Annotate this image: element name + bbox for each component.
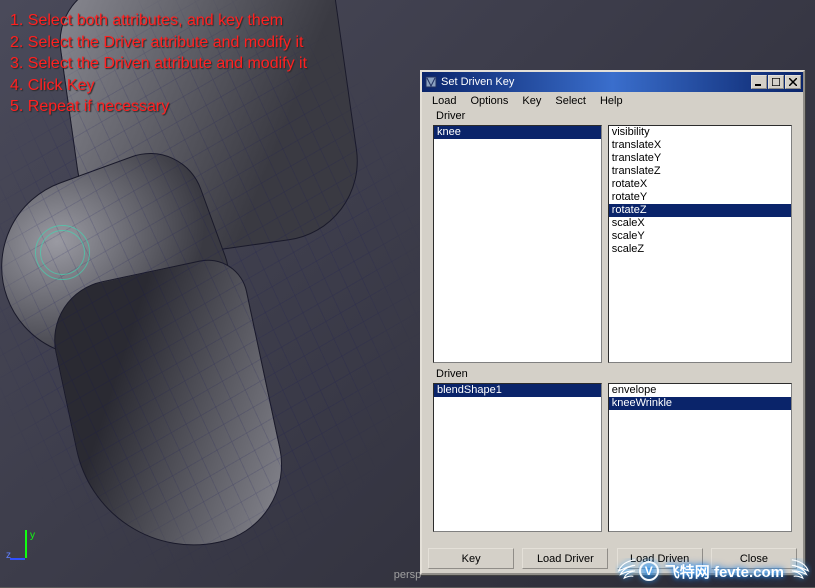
- watermark: V 飞特网 fevte.com: [615, 558, 812, 584]
- list-item[interactable]: knee: [434, 126, 601, 139]
- driver-label: Driver: [433, 110, 468, 122]
- menu-options[interactable]: Options: [464, 94, 514, 108]
- instruction-line: 1. Select both attributes, and key them: [10, 10, 307, 32]
- instruction-line: 4. Click Key: [10, 75, 307, 97]
- menu-load[interactable]: Load: [426, 94, 462, 108]
- list-item[interactable]: blendShape1: [434, 384, 601, 397]
- logo-v-icon: V: [639, 561, 659, 581]
- instruction-line: 2. Select the Driver attribute and modif…: [10, 32, 307, 54]
- driven-label: Driven: [433, 368, 471, 380]
- list-item[interactable]: envelope: [609, 384, 791, 397]
- minimize-button[interactable]: [751, 75, 767, 89]
- set-driven-key-dialog: Set Driven Key Load Options Key Select H…: [420, 70, 805, 575]
- load-driver-button[interactable]: Load Driver: [522, 548, 608, 569]
- list-item[interactable]: visibility: [609, 126, 791, 139]
- driver-object-list[interactable]: knee: [433, 125, 602, 363]
- list-item[interactable]: scaleX: [609, 217, 791, 230]
- close-button[interactable]: [785, 75, 801, 89]
- list-item[interactable]: scaleZ: [609, 243, 791, 256]
- menu-help[interactable]: Help: [594, 94, 629, 108]
- list-item[interactable]: translateY: [609, 152, 791, 165]
- menu-key[interactable]: Key: [516, 94, 547, 108]
- instruction-overlay: 1. Select both attributes, and key them …: [10, 10, 307, 118]
- maximize-button[interactable]: [768, 75, 784, 89]
- driven-attr-list[interactable]: envelopekneeWrinkle: [608, 383, 792, 532]
- driver-group: Driver knee visibilitytranslateXtranslat…: [426, 116, 799, 370]
- wing-icon: [615, 558, 637, 584]
- list-item[interactable]: scaleY: [609, 230, 791, 243]
- instruction-line: 5. Repeat if necessary: [10, 96, 307, 118]
- driven-object-list[interactable]: blendShape1: [433, 383, 602, 532]
- menu-select[interactable]: Select: [549, 94, 592, 108]
- app-icon: [424, 75, 438, 89]
- driver-attr-list[interactable]: visibilitytranslateXtranslateYtranslateZ…: [608, 125, 792, 363]
- menubar: Load Options Key Select Help: [422, 92, 803, 110]
- list-item[interactable]: rotateX: [609, 178, 791, 191]
- key-button[interactable]: Key: [428, 548, 514, 569]
- driven-group: Driven blendShape1 envelopekneeWrinkle: [426, 374, 799, 539]
- list-item[interactable]: rotateY: [609, 191, 791, 204]
- titlebar[interactable]: Set Driven Key: [422, 72, 803, 92]
- list-item[interactable]: kneeWrinkle: [609, 397, 791, 410]
- list-item[interactable]: translateZ: [609, 165, 791, 178]
- axis-indicator: y z: [10, 530, 45, 575]
- control-handle[interactable]: [40, 230, 85, 275]
- title-text: Set Driven Key: [441, 76, 751, 88]
- list-item[interactable]: rotateZ: [609, 204, 791, 217]
- wing-icon: [790, 558, 812, 584]
- watermark-text: 飞特网 fevte.com: [665, 561, 784, 582]
- instruction-line: 3. Select the Driven attribute and modif…: [10, 53, 307, 75]
- viewport-camera-label: persp: [394, 569, 422, 581]
- list-item[interactable]: translateX: [609, 139, 791, 152]
